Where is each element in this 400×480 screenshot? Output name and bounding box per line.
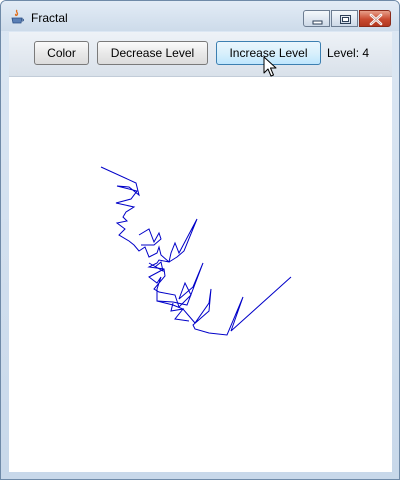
minimize-icon xyxy=(312,20,323,25)
minimize-button[interactable] xyxy=(303,10,330,27)
fractal-drawing xyxy=(100,166,292,336)
java-icon[interactable] xyxy=(10,9,24,25)
maximize-icon xyxy=(340,15,351,24)
color-button[interactable]: Color xyxy=(34,41,89,65)
decrease-level-button[interactable]: Decrease Level xyxy=(97,41,208,65)
toolbar: Color Decrease Level Increase Level Leve… xyxy=(9,32,392,77)
window-title: Fractal xyxy=(31,11,68,25)
fractal-curve-lower xyxy=(156,276,292,336)
app-window: Fractal Color Decrease Level Increase Le… xyxy=(0,0,400,480)
mouse-cursor-icon xyxy=(263,56,277,77)
fractal-branch-b xyxy=(138,228,162,246)
close-icon xyxy=(369,13,383,26)
level-label: Level: 4 xyxy=(327,46,370,60)
maximize-button[interactable] xyxy=(331,10,358,27)
fractal-canvas xyxy=(9,77,392,472)
title-bar[interactable]: Fractal xyxy=(1,1,399,31)
close-button[interactable] xyxy=(359,10,391,27)
